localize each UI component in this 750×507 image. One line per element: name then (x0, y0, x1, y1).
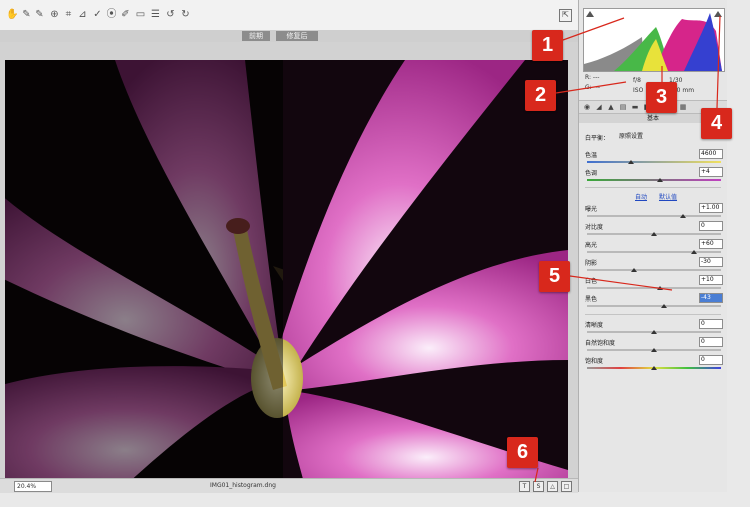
tab-after[interactable]: 修复后 (276, 31, 318, 41)
divider (585, 314, 721, 315)
auto-link[interactable]: 自动 (635, 192, 647, 201)
shadows-field[interactable]: -30 (699, 257, 723, 267)
tint-label: 色调 (585, 170, 598, 177)
exposure-label: 曝光 (585, 206, 598, 213)
tab-before[interactable]: 前期 (242, 31, 270, 41)
callout-2: 2 (525, 80, 556, 111)
highlights-slider[interactable] (587, 251, 721, 253)
view-tabs: 前期 修复后 (0, 30, 578, 42)
split-toning-tab-icon[interactable]: ▬ (631, 103, 639, 111)
divider (585, 187, 721, 188)
status-button-3[interactable]: △ (547, 481, 558, 492)
rotate-right-icon[interactable]: ↻ (180, 9, 191, 20)
vibrance-field[interactable]: 0 (699, 337, 723, 347)
zoom-select[interactable]: 20.4% (14, 481, 52, 492)
whites-knob[interactable] (657, 286, 663, 290)
fullscreen-toggle-icon[interactable]: ⇱ (559, 9, 572, 22)
shadows-knob[interactable] (631, 268, 637, 272)
preferences-icon[interactable]: ☰ (150, 9, 161, 20)
blacks-field[interactable]: -43 (699, 293, 723, 303)
default-link[interactable]: 默认值 (659, 192, 677, 201)
flower-image-before (5, 60, 283, 486)
camera-raw-window: ✋ ✎ ✎ ⊕ ⌗ ⊿ ✓ ⦿ ✐ ▭ ☰ ↺ ↻ ⇱ 前期 修复后 20.4%… (0, 0, 750, 507)
red-eye-icon[interactable]: ⦿ (106, 9, 117, 20)
highlights-knob[interactable] (691, 250, 697, 254)
shadow-clipping-icon[interactable] (586, 11, 594, 17)
tint-knob[interactable] (657, 178, 663, 182)
white-balance-select[interactable]: 原照设置 (619, 133, 671, 141)
status-button-1[interactable]: T (519, 481, 530, 492)
vibrance-label: 自然饱和度 (585, 340, 616, 347)
callout-1: 1 (532, 30, 563, 61)
vibrance-knob[interactable] (651, 348, 657, 352)
exposure-field[interactable]: +1.00 (699, 203, 723, 213)
contrast-knob[interactable] (651, 232, 657, 236)
tint-field[interactable]: +4 (699, 167, 723, 177)
hsl-tab-icon[interactable]: ▤ (619, 103, 627, 111)
contrast-label: 对比度 (585, 224, 604, 231)
callout-5: 5 (539, 261, 570, 292)
blacks-knob[interactable] (661, 304, 667, 308)
exposure-slider[interactable] (587, 215, 721, 217)
readout-r: R: --- (585, 74, 600, 81)
temperature-label: 色温 (585, 152, 598, 159)
flower-photo (5, 60, 568, 486)
clarity-field[interactable]: 0 (699, 319, 723, 329)
eyedropper-icon[interactable]: ✎ (21, 9, 32, 20)
callout-4: 4 (701, 108, 732, 139)
adjustment-brush-icon[interactable]: ✐ (120, 9, 131, 20)
temperature-knob[interactable] (628, 160, 634, 164)
saturation-label: 饱和度 (585, 358, 604, 365)
tone-curve-tab-icon[interactable]: ◢ (595, 103, 603, 111)
blacks-slider[interactable] (587, 305, 721, 307)
saturation-field[interactable]: 0 (699, 355, 723, 365)
tool-bar: ✋ ✎ ✎ ⊕ ⌗ ⊿ ✓ ⦿ ✐ ▭ ☰ ↺ ↻ ⇱ (0, 0, 578, 31)
callout-3: 3 (646, 82, 677, 113)
saturation-knob[interactable] (651, 366, 657, 370)
highlights-label: 高光 (585, 242, 598, 249)
tint-slider[interactable] (587, 179, 721, 181)
basic-tab-icon[interactable]: ◉ (583, 103, 591, 111)
status-button-4[interactable]: □ (561, 481, 572, 492)
shadows-slider[interactable] (587, 269, 721, 271)
presets-tab-icon[interactable]: ▦ (679, 103, 687, 111)
readout-aperture: f/8 (633, 77, 641, 84)
shadows-label: 阴影 (585, 260, 598, 267)
color-sampler-icon[interactable]: ✎ (34, 9, 45, 20)
whites-label: 白色 (585, 278, 598, 285)
white-balance-label: 白平衡： (585, 135, 610, 142)
status-button-2[interactable]: S (533, 481, 544, 492)
file-name: IMG01_histogram.dng (210, 482, 276, 489)
whites-field[interactable]: +10 (699, 275, 723, 285)
clarity-label: 清晰度 (585, 322, 604, 329)
spot-removal-icon[interactable]: ✓ (92, 9, 103, 20)
after-half (283, 60, 568, 486)
flower-image-after (283, 60, 568, 486)
temperature-slider[interactable] (587, 161, 721, 163)
highlights-field[interactable]: +60 (699, 239, 723, 249)
straighten-icon[interactable]: ⊿ (77, 9, 88, 20)
crop-icon[interactable]: ⌗ (63, 9, 74, 20)
target-adjust-icon[interactable]: ⊕ (49, 9, 60, 20)
graduated-filter-icon[interactable]: ▭ (135, 9, 146, 20)
readout-iso: ISO (633, 87, 644, 94)
detail-tab-icon[interactable]: ▲ (607, 103, 615, 111)
image-viewer[interactable] (0, 42, 578, 486)
whites-slider[interactable] (587, 287, 721, 289)
histogram-graph (584, 13, 722, 71)
before-half (5, 60, 283, 486)
blacks-label: 黑色 (585, 296, 598, 303)
status-bar: 20.4% IMG01_histogram.dng T S △ □ (0, 478, 578, 493)
clarity-knob[interactable] (651, 330, 657, 334)
temperature-field[interactable]: 4600 (699, 149, 723, 159)
contrast-field[interactable]: 0 (699, 221, 723, 231)
highlight-clipping-icon[interactable] (714, 11, 722, 17)
readout-g: G: --- (585, 84, 601, 91)
histogram (583, 8, 725, 72)
hand-icon[interactable]: ✋ (6, 9, 18, 20)
adjustment-panel: R: --- G: --- f/8 1/30 ISO 200 mm ◉ ◢ ▲ … (578, 0, 727, 492)
rotate-left-icon[interactable]: ↺ (165, 9, 176, 20)
exposure-knob[interactable] (680, 214, 686, 218)
callout-6: 6 (507, 437, 538, 468)
